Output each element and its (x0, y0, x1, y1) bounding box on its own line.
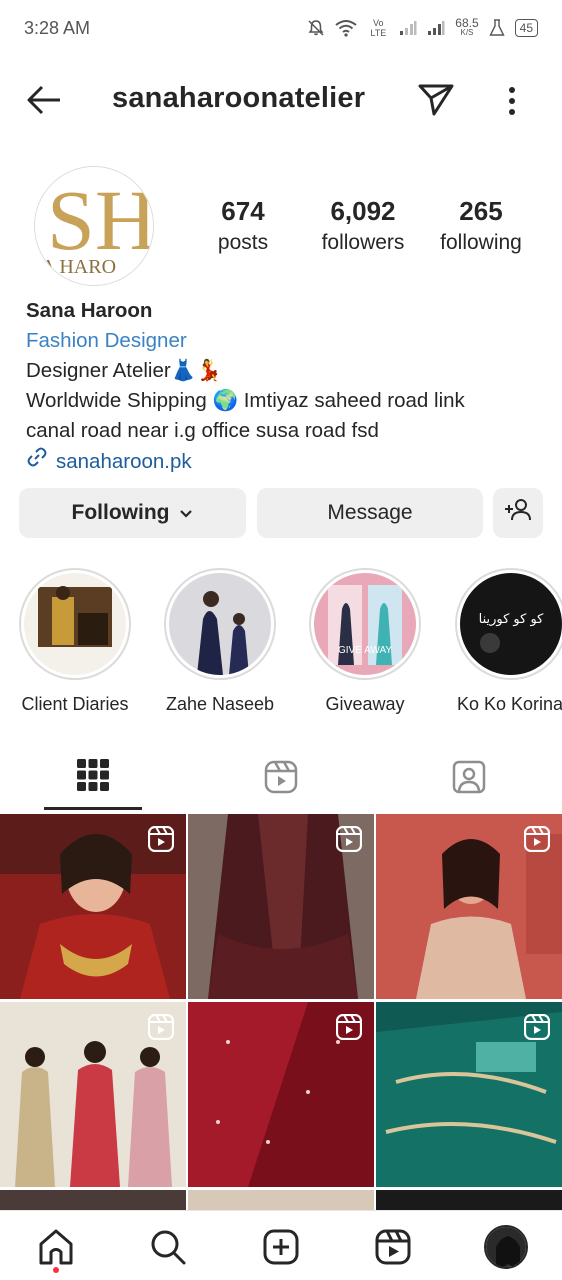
more-options-icon[interactable] (500, 84, 524, 118)
network-type-indicator: Vo LTE (367, 18, 389, 38)
mute-notification-icon (307, 19, 325, 37)
highlight-label: Giveaway (325, 694, 405, 714)
add-user-icon (504, 498, 532, 528)
highlight-ring: GIVE AWAY (309, 568, 421, 680)
highlight-label: Client Diaries (21, 694, 129, 714)
profile-username: sanaharoonatelier (112, 82, 366, 114)
status-time: 3:28 AM (24, 17, 91, 38)
post-thumbnail[interactable] (376, 1002, 562, 1187)
net-speed: 68.5 K/S (455, 16, 479, 38)
tab-grid[interactable] (44, 748, 142, 810)
create-post-icon[interactable] (261, 1227, 301, 1267)
bio-line: canal road near i.g office susa road fsd (26, 419, 379, 442)
tab-reels[interactable] (232, 748, 330, 810)
post-thumbnail[interactable] (0, 1190, 186, 1210)
posts-count: 674 (221, 196, 265, 226)
highlight-ring (19, 568, 131, 680)
home-icon[interactable] (36, 1227, 76, 1267)
reel-badge-icon (335, 825, 363, 853)
following-count: 265 (459, 196, 503, 226)
back-arrow-icon[interactable] (26, 84, 62, 116)
home-notification-dot (53, 1267, 59, 1273)
grid-icon (77, 759, 109, 796)
stat-following[interactable]: 265 following (430, 196, 532, 255)
signal-icon-1 (399, 20, 417, 36)
followers-count: 6,092 (330, 196, 396, 226)
signal-icon-2 (427, 20, 445, 36)
reel-badge-icon (147, 825, 175, 853)
bio-line: Designer Atelier👗💃 (26, 359, 222, 382)
highlight-ring: کو کو کورینا (455, 568, 562, 680)
highlight-ko-ko-korina[interactable]: کو کو کورینا Ko Ko Korina (451, 568, 562, 715)
post-thumbnail[interactable] (376, 1190, 562, 1210)
battery-indicator: 45 (514, 19, 538, 37)
net-speed-unit: K/S (460, 28, 474, 37)
highlight-cover (24, 573, 126, 675)
followers-label: followers (321, 231, 405, 254)
tagged-icon (452, 760, 486, 799)
reels-nav-icon[interactable] (373, 1227, 413, 1267)
highlight-cover: کو کو کورینا (460, 573, 562, 675)
tab-tagged[interactable] (420, 748, 518, 810)
profile-tabs (0, 748, 562, 810)
highlight-giveaway[interactable]: GIVE AWAY Giveaway (306, 568, 424, 715)
profile-name: Sana Haroon (26, 299, 153, 322)
highlight-cover (169, 573, 271, 675)
user-avatar (484, 1225, 528, 1269)
network-type-label: Vo LTE (370, 18, 387, 38)
link-icon (26, 446, 48, 477)
highlight-ring (164, 568, 276, 680)
stat-followers[interactable]: 6,092 followers (310, 196, 416, 255)
following-label: following (440, 231, 522, 254)
bio-line: Worldwide Shipping 🌍 Imtiyaz saheed road… (26, 389, 465, 412)
add-user-button[interactable] (493, 488, 543, 538)
profile-header: sanaharoonatelier (0, 70, 562, 130)
giveaway-overlay-text: GIVE AWAY (338, 645, 392, 656)
following-button[interactable]: Following (19, 488, 246, 538)
message-button[interactable]: Message (257, 488, 483, 538)
chevron-down-icon (179, 501, 193, 525)
website-link[interactable]: sanaharoon.pk (26, 446, 546, 477)
message-button-label: Message (327, 501, 413, 524)
reel-badge-icon (523, 1013, 551, 1041)
search-icon[interactable] (148, 1227, 188, 1267)
website-url: sanaharoon.pk (56, 449, 192, 473)
post-thumbnail[interactable] (188, 814, 374, 999)
profile-avatar[interactable]: SH A HARO (34, 166, 154, 286)
highlight-client-diaries[interactable]: Client Diaries (16, 568, 134, 715)
reel-badge-icon (147, 1013, 175, 1041)
post-thumbnail[interactable] (0, 814, 186, 999)
reels-icon (264, 760, 298, 799)
highlight-label: Ko Ko Korina (457, 694, 562, 714)
following-button-label: Following (71, 501, 170, 524)
highlight-cover: GIVE AWAY (314, 573, 416, 675)
avatar-monogram: SH (47, 172, 154, 268)
post-thumbnail[interactable] (188, 1002, 374, 1187)
korina-overlay-text: کو کو کورینا (479, 612, 545, 627)
profile-bio: Sana Haroon Fashion Designer Designer At… (26, 296, 546, 477)
reel-badge-icon (523, 825, 551, 853)
send-icon[interactable] (418, 82, 454, 118)
bottom-navigation (0, 1210, 562, 1280)
status-bar: 3:28 AM Vo LTE 68.5 K/S 45 (0, 0, 562, 56)
profile-category: Fashion Designer (26, 329, 187, 352)
highlight-label: Zahe Naseeb (165, 694, 275, 714)
flask-icon (489, 19, 505, 37)
stat-posts[interactable]: 674 posts (200, 196, 286, 255)
avatar-subtext: A HARO (41, 256, 116, 278)
profile-nav[interactable] (482, 1223, 530, 1271)
reel-badge-icon (335, 1013, 363, 1041)
wifi-icon (335, 19, 357, 37)
posts-label: posts (217, 231, 269, 254)
post-thumbnail[interactable] (376, 814, 562, 999)
net-speed-value: 68.5 (455, 16, 479, 30)
post-thumbnail[interactable] (0, 1002, 186, 1187)
highlight-zahe-naseeb[interactable]: Zahe Naseeb (161, 568, 279, 715)
battery-level: 45 (519, 21, 533, 35)
post-thumbnail[interactable] (188, 1190, 374, 1210)
